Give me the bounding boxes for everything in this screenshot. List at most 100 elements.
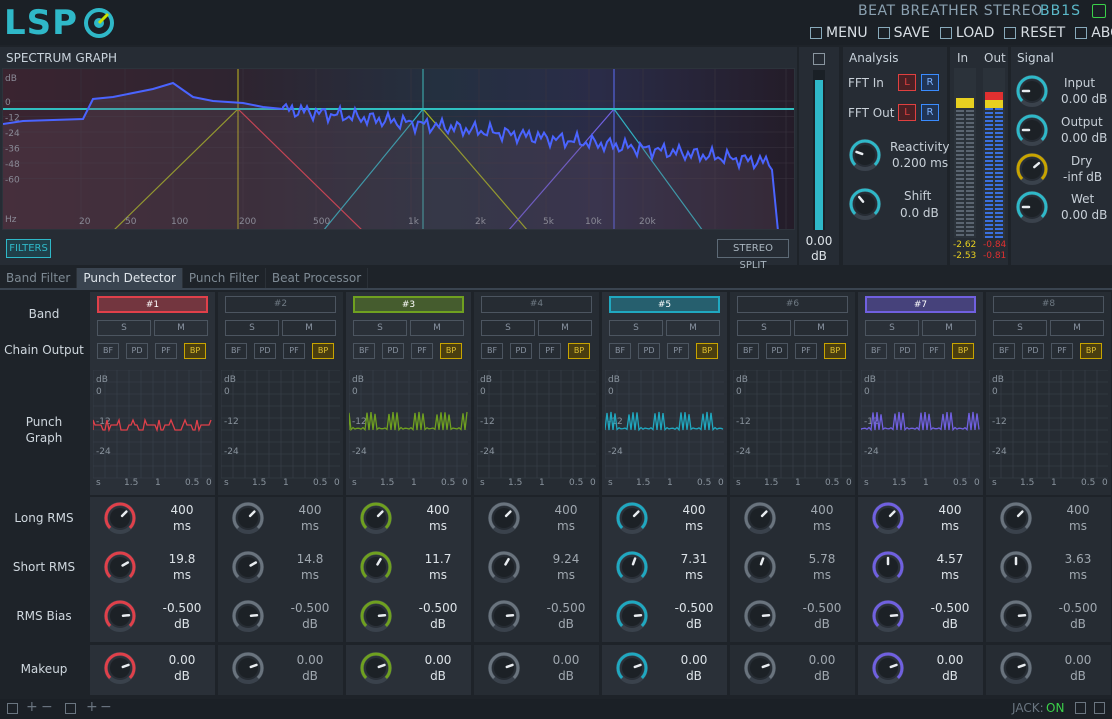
- band-mute-button[interactable]: M: [410, 320, 464, 336]
- save-button[interactable]: SAVE: [877, 25, 930, 41]
- chain-pf-button[interactable]: PF: [283, 343, 305, 359]
- input-knob[interactable]: [1015, 74, 1049, 111]
- long-rms-knob[interactable]: [871, 501, 905, 538]
- makeup-rms-knob[interactable]: [743, 651, 777, 688]
- band-mute-button[interactable]: M: [282, 320, 336, 336]
- dry-knob[interactable]: [1015, 152, 1049, 189]
- short-rms-knob[interactable]: [999, 550, 1033, 587]
- band-select-button[interactable]: #2: [225, 296, 336, 313]
- menu-button[interactable]: MENU: [810, 25, 868, 41]
- chain-pd-button[interactable]: PD: [510, 343, 532, 359]
- band-mute-button[interactable]: M: [154, 320, 208, 336]
- chain-bp-button[interactable]: BP: [184, 343, 206, 359]
- chain-bp-button[interactable]: BP: [1080, 343, 1102, 359]
- band-mute-button[interactable]: M: [922, 320, 976, 336]
- band-select-button[interactable]: #1: [97, 296, 208, 313]
- chain-pf-button[interactable]: PF: [923, 343, 945, 359]
- chain-bf-button[interactable]: BF: [609, 343, 631, 359]
- makeup-rms-knob[interactable]: [231, 651, 265, 688]
- font-increase-icon[interactable]: +: [86, 699, 98, 715]
- tab-punch-filter[interactable]: Punch Filter: [183, 268, 266, 288]
- bias-rms-knob[interactable]: [359, 599, 393, 636]
- shift-knob[interactable]: [848, 187, 882, 224]
- chain-pd-button[interactable]: PD: [638, 343, 660, 359]
- bias-rms-knob[interactable]: [487, 599, 521, 636]
- makeup-rms-knob[interactable]: [615, 651, 649, 688]
- short-rms-knob[interactable]: [615, 550, 649, 587]
- band-select-button[interactable]: #3: [353, 296, 464, 313]
- zoom-slider[interactable]: [813, 70, 825, 230]
- chain-pf-button[interactable]: PF: [1051, 343, 1073, 359]
- long-rms-knob[interactable]: [359, 501, 393, 538]
- band-solo-button[interactable]: S: [97, 320, 151, 336]
- chain-bf-button[interactable]: BF: [225, 343, 247, 359]
- band-select-button[interactable]: #8: [993, 296, 1104, 313]
- fft-in-l-button[interactable]: L: [898, 74, 916, 91]
- band-solo-button[interactable]: S: [865, 320, 919, 336]
- chain-bp-button[interactable]: BP: [440, 343, 462, 359]
- filters-button[interactable]: FILTERS: [6, 239, 51, 258]
- stereo-split-button[interactable]: STEREO SPLIT: [717, 239, 789, 271]
- output-knob[interactable]: [1015, 113, 1049, 150]
- tab-band-filter[interactable]: Band Filter: [0, 268, 78, 288]
- bias-rms-knob[interactable]: [615, 599, 649, 636]
- band-solo-button[interactable]: S: [225, 320, 279, 336]
- load-button[interactable]: LOAD: [939, 25, 994, 41]
- fft-out-r-button[interactable]: R: [921, 104, 939, 121]
- short-rms-knob[interactable]: [103, 550, 137, 587]
- makeup-rms-knob[interactable]: [103, 651, 137, 688]
- long-rms-knob[interactable]: [487, 501, 521, 538]
- band-select-button[interactable]: #5: [609, 296, 720, 313]
- short-rms-knob[interactable]: [359, 550, 393, 587]
- bias-rms-knob[interactable]: [231, 599, 265, 636]
- long-rms-knob[interactable]: [103, 501, 137, 538]
- band-solo-button[interactable]: S: [353, 320, 407, 336]
- long-rms-knob[interactable]: [231, 501, 265, 538]
- makeup-rms-knob[interactable]: [487, 651, 521, 688]
- zoom-out-icon[interactable]: −: [41, 699, 53, 715]
- reactivity-knob[interactable]: [848, 138, 882, 175]
- chain-pf-button[interactable]: PF: [795, 343, 817, 359]
- chain-bp-button[interactable]: BP: [696, 343, 718, 359]
- chain-pd-button[interactable]: PD: [894, 343, 916, 359]
- chain-bf-button[interactable]: BF: [97, 343, 119, 359]
- bias-rms-knob[interactable]: [103, 599, 137, 636]
- band-solo-button[interactable]: S: [481, 320, 535, 336]
- chain-bp-button[interactable]: BP: [568, 343, 590, 359]
- band-solo-button[interactable]: S: [737, 320, 791, 336]
- short-rms-knob[interactable]: [231, 550, 265, 587]
- font-decrease-icon[interactable]: −: [100, 699, 112, 715]
- chain-bp-button[interactable]: BP: [824, 343, 846, 359]
- bias-rms-knob[interactable]: [871, 599, 905, 636]
- chain-bf-button[interactable]: BF: [865, 343, 887, 359]
- band-solo-button[interactable]: S: [609, 320, 663, 336]
- reset-button[interactable]: RESET: [1004, 25, 1065, 41]
- makeup-rms-knob[interactable]: [871, 651, 905, 688]
- resize-icon[interactable]: [1094, 702, 1105, 714]
- chain-pd-button[interactable]: PD: [382, 343, 404, 359]
- spectrum-graph[interactable]: dB 0 -12 -24 -36 -48 -60 Hz 20 50 100 200 500 1k 2k 5k 1…: [2, 68, 795, 230]
- makeup-rms-knob[interactable]: [999, 651, 1033, 688]
- zoom-in-icon[interactable]: +: [26, 699, 38, 715]
- band-mute-button[interactable]: M: [538, 320, 592, 336]
- band-mute-button[interactable]: M: [666, 320, 720, 336]
- short-rms-knob[interactable]: [871, 550, 905, 587]
- tab-beat-processor[interactable]: Beat Processor: [266, 268, 369, 288]
- chain-pd-button[interactable]: PD: [766, 343, 788, 359]
- chain-pf-button[interactable]: PF: [539, 343, 561, 359]
- chain-bf-button[interactable]: BF: [737, 343, 759, 359]
- chain-pd-button[interactable]: PD: [254, 343, 276, 359]
- chain-bf-button[interactable]: BF: [353, 343, 375, 359]
- band-select-button[interactable]: #4: [481, 296, 592, 313]
- wet-knob[interactable]: [1015, 190, 1049, 227]
- tab-punch-detector[interactable]: Punch Detector: [77, 268, 183, 288]
- bias-rms-knob[interactable]: [743, 599, 777, 636]
- fft-out-l-button[interactable]: L: [898, 104, 916, 121]
- window-size-icon[interactable]: [7, 703, 18, 714]
- chain-bf-button[interactable]: BF: [481, 343, 503, 359]
- chain-pf-button[interactable]: PF: [155, 343, 177, 359]
- band-select-button[interactable]: #6: [737, 296, 848, 313]
- help-icon[interactable]: [1075, 702, 1086, 714]
- band-solo-button[interactable]: S: [993, 320, 1047, 336]
- chain-bf-button[interactable]: BF: [993, 343, 1015, 359]
